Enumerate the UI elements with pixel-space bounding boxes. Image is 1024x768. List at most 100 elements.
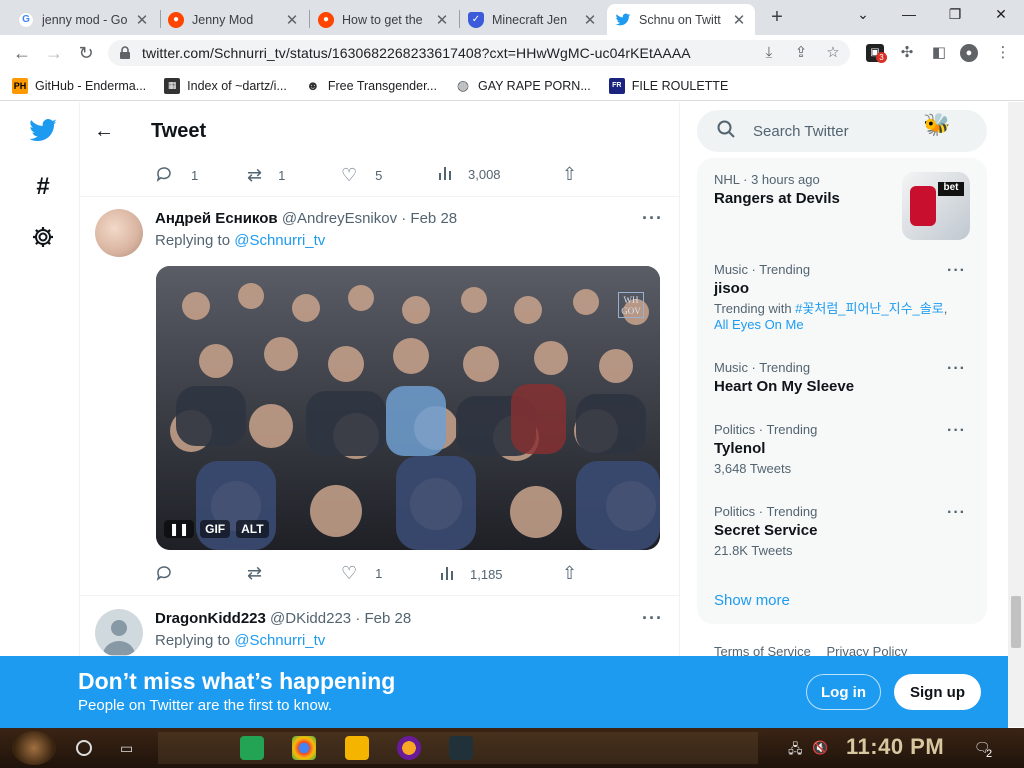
more-options-icon[interactable]: ···	[642, 608, 663, 629]
avatar-andrey[interactable]	[95, 209, 143, 257]
network-icon[interactable]: 🖧	[788, 740, 803, 762]
close-tab-icon[interactable]: ✕	[582, 11, 598, 29]
share-tweet-icon[interactable]: ⇧	[562, 563, 577, 584]
trend-item[interactable]: NHL · 3 hours ago Rangers at Devils bet	[714, 172, 976, 240]
close-tab-icon[interactable]: ✕	[434, 11, 450, 29]
qr-icon: ▦	[164, 77, 181, 94]
tab-jenny-mod-reddit[interactable]: ● Jenny Mod ✕	[160, 4, 308, 35]
task-view-icon[interactable]: ▭	[120, 740, 138, 756]
more-options-icon[interactable]: ···	[947, 504, 966, 522]
retweet-action[interactable]: ⇄ 1	[247, 165, 285, 186]
more-options-icon[interactable]: ···	[642, 208, 663, 229]
views-action[interactable]: 1,185	[440, 565, 503, 584]
wh-gov-watermark: WH GOV	[618, 292, 644, 318]
file-explorer-icon[interactable]	[345, 736, 369, 760]
share-icon[interactable]: ⇪	[792, 44, 810, 62]
share-tweet-icon[interactable]: ⇧	[562, 164, 577, 185]
minimize-button[interactable]: —	[897, 6, 921, 22]
terms-link[interactable]: Terms of Service	[714, 644, 811, 656]
notification-count: 2	[986, 748, 993, 760]
explore-hashtag-icon[interactable]: #	[28, 172, 58, 202]
trend-item[interactable]: Music · Trending jisoo Trending with #꽃처…	[714, 262, 976, 333]
replying-to-handle[interactable]: @Schnurri_tv	[234, 232, 325, 249]
close-tab-icon[interactable]: ✕	[134, 11, 150, 29]
new-tab-button[interactable]: +	[766, 6, 788, 28]
close-tab-icon[interactable]: ✕	[284, 11, 300, 29]
menu-kebab-icon[interactable]: ⋮	[994, 44, 1012, 62]
taskbar-clock[interactable]: 11:40 PM	[846, 734, 944, 760]
alt-badge[interactable]: ALT	[236, 520, 269, 538]
start-button[interactable]	[12, 731, 56, 765]
bookmark-free-trans[interactable]: ☻ Free Transgender...	[305, 78, 437, 94]
like-action[interactable]: ♡ 5	[341, 165, 382, 186]
reply-action[interactable]: 1	[155, 165, 198, 186]
reload-button[interactable]: ↻	[74, 41, 98, 65]
forward-button[interactable]: →	[42, 41, 66, 65]
close-window-button[interactable]: ✕	[989, 6, 1013, 23]
trend-hashtag[interactable]: #꽃처럼_피어난_지수_솔로	[795, 301, 944, 316]
bookmark-github[interactable]: PH GitHub - Enderma...	[12, 77, 146, 94]
close-tab-icon[interactable]: ✕	[731, 11, 747, 29]
heart-icon: ♡	[341, 563, 358, 583]
settings-gear-icon[interactable]	[28, 222, 58, 252]
replying-to-handle[interactable]: @Schnurri_tv	[234, 632, 325, 649]
avatar-dragonkidd[interactable]	[95, 609, 143, 656]
privacy-link[interactable]: Privacy Policy	[826, 644, 907, 656]
volume-muted-icon[interactable]: 🔇	[812, 740, 828, 756]
bookmark-index-of[interactable]: ▦ Index of ~dartz/i...	[164, 77, 287, 94]
retweet-action[interactable]: ⇄	[247, 563, 262, 584]
taskbar-search-icon[interactable]	[76, 740, 92, 756]
tab-jenny-mod-google[interactable]: G jenny mod - Go ✕	[10, 4, 158, 35]
search-icon	[717, 120, 735, 143]
tab-minecraft-jenny[interactable]: ✓ Minecraft Jen ✕	[460, 4, 606, 35]
back-arrow-icon[interactable]: ←	[94, 120, 114, 143]
chrome-app-icon[interactable]	[292, 736, 316, 760]
address-bar[interactable]: twitter.com/Schnurri_tv/status/163068226…	[108, 40, 850, 66]
back-button[interactable]: ←	[10, 41, 34, 65]
tweet-date[interactable]: · Feb 28	[355, 610, 411, 627]
search-input[interactable]: Search Twitter	[753, 123, 849, 140]
install-app-icon[interactable]: ⤓	[760, 44, 778, 62]
main-column: ← Tweet 1 ⇄ 1 ♡ 5 3,008 ⇧ Андрей Есников…	[80, 102, 680, 656]
signup-banner: Don’t miss what’s happening People on Tw…	[0, 656, 1008, 728]
author-name[interactable]: DragonKidd223	[155, 610, 266, 627]
views-action[interactable]: 3,008	[438, 165, 501, 184]
author-name[interactable]: Андрей Есников	[155, 210, 278, 227]
signup-button[interactable]: Sign up	[894, 674, 981, 710]
scrollbar-thumb[interactable]	[1011, 596, 1021, 648]
like-action[interactable]: ♡ 1	[341, 563, 382, 584]
tab-twitter-active[interactable]: Schnu on Twitt ✕	[607, 4, 755, 35]
like-count: 1	[375, 566, 383, 581]
show-more-link[interactable]: Show more	[714, 592, 790, 609]
game-app-icon[interactable]	[449, 736, 473, 760]
search-box[interactable]: Search Twitter 🐝	[697, 110, 987, 152]
more-options-icon[interactable]: ···	[947, 360, 966, 378]
reply-action[interactable]	[155, 564, 173, 585]
more-options-icon[interactable]: ···	[947, 422, 966, 440]
tab-search-icon[interactable]: ⌄	[851, 6, 875, 23]
side-panel-icon[interactable]: ◧	[930, 44, 948, 62]
author-handle[interactable]: @DKidd223	[270, 610, 351, 627]
gif-media[interactable]: WH GOV ❚❚ GIF ALT	[156, 266, 660, 550]
trend-hashtag[interactable]: All Eyes On Me	[714, 317, 804, 332]
profile-icon[interactable]: ●	[960, 44, 978, 62]
twitter-logo-icon[interactable]	[28, 116, 58, 146]
bookmark-globe[interactable]: ◍ GAY RAPE PORN...	[455, 77, 591, 94]
trend-item[interactable]: Politics · Trending Secret Service 21.8K…	[714, 504, 976, 559]
restore-button[interactable]: ❐	[943, 6, 967, 23]
puzzle-icon[interactable]: ✣	[898, 44, 916, 62]
vpn-app-icon[interactable]	[397, 736, 421, 760]
trend-item[interactable]: Music · Trending Heart On My Sleeve ···	[714, 360, 976, 395]
notes-app-icon[interactable]	[240, 736, 264, 760]
pause-icon[interactable]: ❚❚	[164, 520, 195, 538]
bookmark-star-icon[interactable]: ☆	[824, 44, 842, 62]
login-button[interactable]: Log in	[806, 674, 881, 710]
bookmark-file-roulette[interactable]: FR FILE ROULETTE	[608, 77, 728, 94]
tab-how-to-get[interactable]: ● How to get the ✕	[310, 4, 458, 35]
views-chart-icon	[438, 165, 454, 184]
more-options-icon[interactable]: ···	[947, 262, 966, 280]
author-handle[interactable]: @AndreyEsnikov	[282, 210, 397, 227]
footer-links: Terms of Service Privacy Policy	[714, 644, 919, 656]
tweet-date[interactable]: · Feb 28	[401, 210, 457, 227]
trend-item[interactable]: Politics · Trending Tylenol 3,648 Tweets…	[714, 422, 976, 477]
